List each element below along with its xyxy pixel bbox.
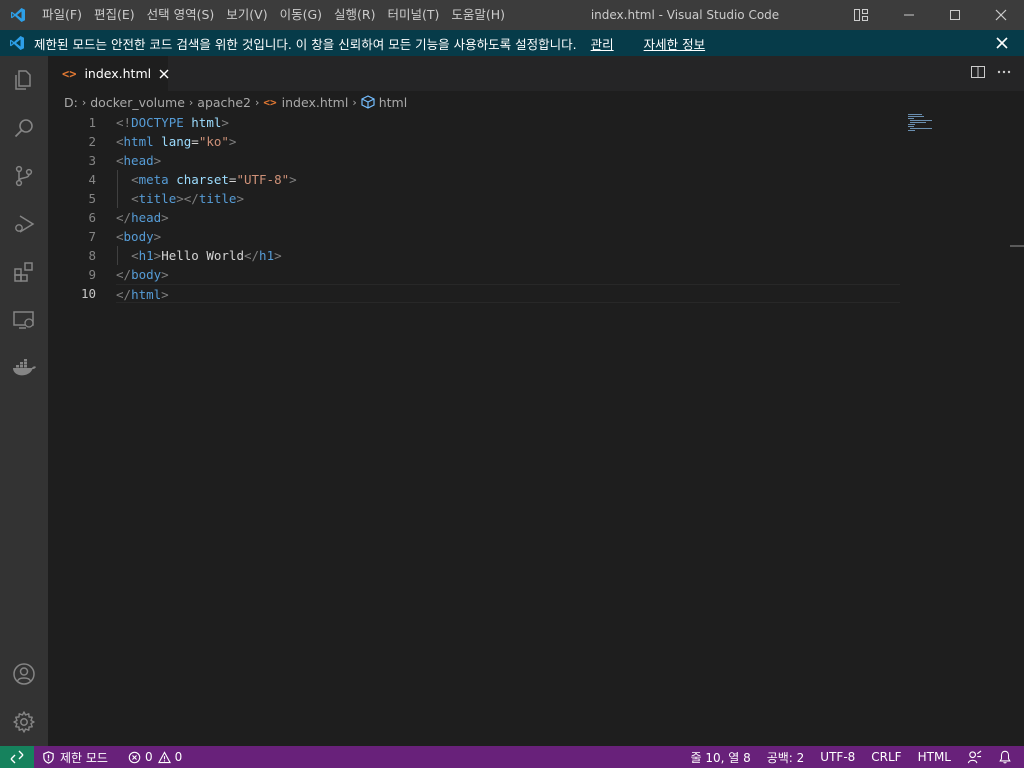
explorer-icon[interactable] [0, 56, 48, 104]
code-line[interactable]: <head> [116, 151, 900, 170]
line-number: 7 [88, 229, 96, 244]
code-line[interactable]: </html> [116, 284, 900, 303]
banner-details-link[interactable]: 자세한 정보 [644, 34, 705, 53]
remote-indicator-icon[interactable] [0, 746, 34, 768]
vscode-banner-icon [0, 35, 34, 51]
minimize-button[interactable] [886, 0, 932, 30]
menu-file[interactable]: 파일(F) [36, 0, 88, 30]
search-icon[interactable] [0, 104, 48, 152]
status-bar: 제한 모드 0 0 줄 10, 열 8 공백: 2 UTF-8 CRLF HTM… [0, 746, 1024, 768]
error-icon [128, 751, 141, 763]
error-count: 0 [144, 750, 153, 764]
chevron-right-icon: › [188, 95, 194, 109]
html-file-icon: <> [263, 95, 277, 109]
breadcrumb-symbol[interactable]: html [379, 95, 407, 110]
docker-icon[interactable] [0, 344, 48, 392]
html-file-icon: <> [62, 66, 77, 81]
code-line[interactable]: </body> [116, 265, 900, 284]
warning-count: 0 [174, 750, 183, 764]
indent-guide [117, 170, 118, 189]
line-number-active: 10 [80, 286, 96, 301]
breadcrumb-folder-apache2[interactable]: apache2 [197, 95, 251, 110]
language-mode[interactable]: HTML [910, 746, 959, 768]
line-number: 1 [88, 115, 96, 130]
line-number: 5 [88, 191, 96, 206]
code-line[interactable]: <title></title> [116, 189, 900, 208]
indent-guide [117, 189, 118, 208]
menu-view[interactable]: 보기(V) [220, 0, 273, 30]
eol-status[interactable]: CRLF [863, 746, 909, 768]
line-number: 2 [88, 134, 96, 149]
vscode-logo-icon [0, 0, 36, 30]
activity-bar [0, 56, 48, 746]
code-line[interactable]: <meta charset="UTF-8"> [116, 170, 900, 189]
menu-bar: 파일(F) 편집(E) 선택 영역(S) 보기(V) 이동(G) 실행(R) 터… [36, 0, 511, 30]
scrollbar-cursor-marker [1010, 245, 1024, 247]
tab-index-html[interactable]: <> index.html [48, 56, 169, 91]
breadcrumb-file[interactable]: index.html [282, 95, 349, 110]
line-number: 8 [88, 248, 96, 263]
title-bar: 파일(F) 편집(E) 선택 영역(S) 보기(V) 이동(G) 실행(R) 터… [0, 0, 1024, 30]
cursor-position[interactable]: 줄 10, 열 8 [682, 746, 758, 768]
breadcrumb: D: › docker_volume › apache2 › <> index.… [48, 91, 1024, 113]
symbol-element-icon [361, 95, 375, 109]
editor-tabs: <> index.html [48, 56, 1024, 91]
chevron-right-icon: › [352, 95, 357, 109]
remote-explorer-icon[interactable] [0, 296, 48, 344]
code-line[interactable]: <!DOCTYPE html> [116, 113, 900, 132]
banner-manage-link[interactable]: 관리 [591, 34, 614, 53]
code-line[interactable]: </head> [116, 208, 900, 227]
settings-gear-icon[interactable] [0, 698, 48, 746]
shield-icon [43, 750, 54, 764]
restricted-mode-label: 제한 모드 [60, 750, 108, 765]
indentation-status[interactable]: 공백: 2 [759, 746, 813, 768]
chevron-right-icon: › [255, 95, 260, 109]
close-window-button[interactable] [978, 0, 1024, 30]
split-editor-icon[interactable] [970, 64, 986, 84]
chevron-right-icon: › [81, 95, 87, 109]
menu-go[interactable]: 이동(G) [274, 0, 328, 30]
restricted-mode-status[interactable]: 제한 모드 [34, 746, 116, 768]
line-number: 9 [88, 267, 96, 282]
code-line[interactable]: <html lang="ko"> [116, 132, 900, 151]
menu-terminal[interactable]: 터미널(T) [382, 0, 446, 30]
code-content[interactable]: <!DOCTYPE html> <html lang="ko"> <head> <m… [116, 113, 900, 303]
code-line[interactable]: <body> [116, 227, 900, 246]
window-title: index.html - Visual Studio Code [590, 8, 780, 22]
menu-help[interactable]: 도움말(H) [445, 0, 511, 30]
breadcrumb-drive[interactable]: D: [64, 95, 78, 110]
line-number-gutter: 1 2 3 4 5 6 7 8 9 10 [48, 113, 96, 303]
tab-label: index.html [84, 66, 152, 81]
line-number: 4 [88, 172, 96, 187]
line-number: 3 [88, 153, 96, 168]
problems-status[interactable]: 0 0 [120, 746, 190, 768]
extensions-icon[interactable] [0, 248, 48, 296]
feedback-icon[interactable] [959, 746, 990, 768]
warning-icon [157, 750, 171, 763]
close-banner-icon[interactable] [994, 35, 1010, 51]
code-line[interactable]: <h1>Hello World</h1> [116, 246, 900, 265]
close-tab-icon[interactable] [159, 67, 169, 81]
restricted-mode-banner: 제한된 모드는 안전한 코드 검색을 위한 것입니다. 이 창을 신뢰하여 모든… [0, 30, 1024, 56]
notifications-bell-icon[interactable] [990, 746, 1024, 768]
menu-run[interactable]: 실행(R) [328, 0, 381, 30]
encoding-status[interactable]: UTF-8 [812, 746, 863, 768]
breadcrumb-folder-docker-volume[interactable]: docker_volume [90, 95, 185, 110]
run-debug-icon[interactable] [0, 200, 48, 248]
banner-message: 제한된 모드는 안전한 코드 검색을 위한 것입니다. 이 창을 신뢰하여 모든… [34, 36, 577, 52]
customize-layout-icon[interactable] [846, 0, 876, 30]
indent-guide [117, 246, 118, 265]
source-control-icon[interactable] [0, 152, 48, 200]
code-editor[interactable]: 1 2 3 4 5 6 7 8 9 10 <!DOCTYPE html> <htm… [48, 113, 1024, 746]
minimap[interactable] [908, 113, 1024, 131]
menu-selection[interactable]: 선택 영역(S) [141, 0, 221, 30]
menu-edit[interactable]: 편집(E) [88, 0, 141, 30]
more-actions-icon[interactable] [996, 64, 1012, 84]
maximize-button[interactable] [932, 0, 978, 30]
line-number: 6 [88, 210, 96, 225]
account-icon[interactable] [0, 650, 48, 698]
